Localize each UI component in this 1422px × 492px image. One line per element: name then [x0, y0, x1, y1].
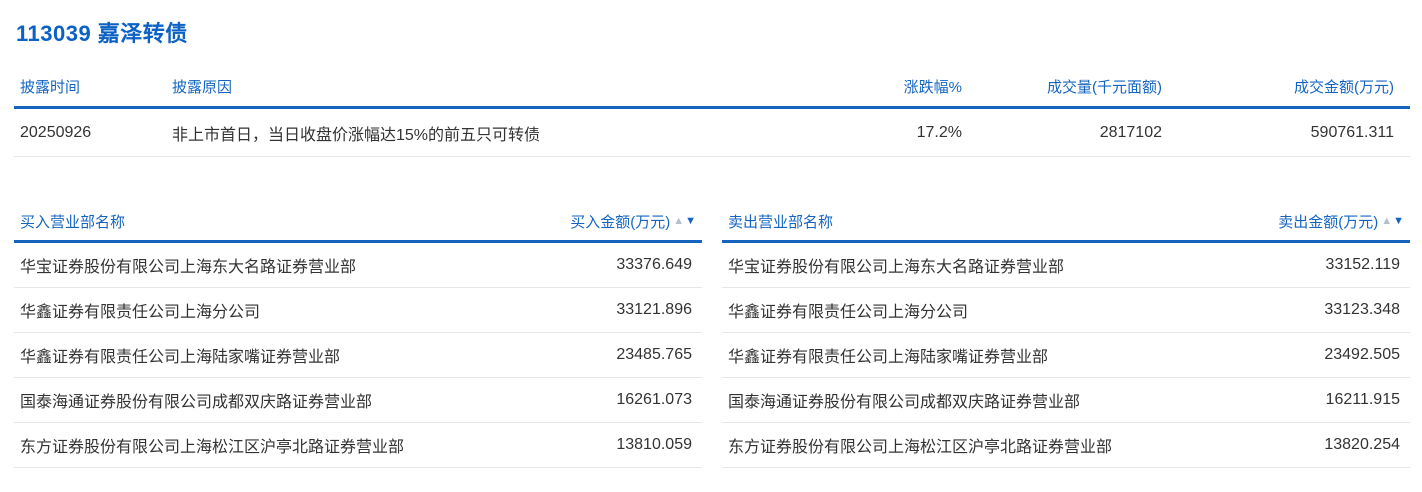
branch-name: 华宝证券股份有限公司上海东大名路证券营业部	[728, 253, 1064, 277]
branch-name: 国泰海通证券股份有限公司成都双庆路证券营业部	[20, 388, 372, 412]
table-row: 东方证券股份有限公司上海松江区沪亭北路证券营业部 13810.059	[14, 423, 702, 468]
summary-header-amount: 成交金额(万元)	[1162, 76, 1394, 97]
sell-branch-name-header: 卖出营业部名称	[728, 211, 833, 232]
branch-amount: 13820.254	[1312, 436, 1400, 454]
summary-header-reason: 披露原因	[172, 76, 712, 97]
sell-branch-table: 卖出营业部名称 卖出金额(万元) ▲ ▼ 华宝证券股份有限公司上海东大名路证券营…	[722, 211, 1410, 468]
sort-descending-icon[interactable]: ▼	[685, 216, 696, 227]
branch-amount: 16261.073	[604, 391, 692, 409]
branch-name: 华鑫证券有限责任公司上海陆家嘴证券营业部	[728, 343, 1048, 367]
branch-amount: 16211.915	[1314, 391, 1400, 409]
branch-name: 东方证券股份有限公司上海松江区沪亭北路证券营业部	[20, 433, 404, 457]
summary-header-change: 涨跌幅%	[712, 76, 962, 97]
buy-amount-sort-control[interactable]: 买入金额(万元) ▲ ▼	[570, 211, 696, 232]
summary-header-volume: 成交量(千元面额)	[962, 76, 1162, 97]
trade-amount: 590761.311	[1162, 124, 1394, 142]
sort-descending-icon[interactable]: ▼	[1393, 216, 1404, 227]
summary-data-row: 20250926 非上市首日，当日收盘价涨幅达15%的前五只可转债 17.2% …	[14, 109, 1410, 157]
trade-volume: 2817102	[962, 124, 1162, 142]
disclosure-reason: 非上市首日，当日收盘价涨幅达15%的前五只可转债	[172, 121, 712, 145]
branch-amount: 23485.765	[604, 346, 692, 364]
branch-name: 华鑫证券有限责任公司上海分公司	[20, 298, 260, 322]
summary-header-row: 披露时间 披露原因 涨跌幅% 成交量(千元面额) 成交金额(万元)	[14, 76, 1410, 109]
branch-name: 华鑫证券有限责任公司上海陆家嘴证券营业部	[20, 343, 340, 367]
table-row: 华鑫证券有限责任公司上海分公司 33123.348	[722, 288, 1410, 333]
table-row: 国泰海通证券股份有限公司成都双庆路证券营业部 16261.073	[14, 378, 702, 423]
branch-amount: 23492.505	[1312, 346, 1400, 364]
buy-branch-table: 买入营业部名称 买入金额(万元) ▲ ▼ 华宝证券股份有限公司上海东大名路证券营…	[14, 211, 702, 468]
change-percent: 17.2%	[712, 124, 962, 142]
sell-sort-icons: ▲ ▼	[1381, 216, 1404, 227]
branch-amount: 33376.649	[604, 256, 692, 274]
buy-table-header-row: 买入营业部名称 买入金额(万元) ▲ ▼	[14, 211, 702, 243]
branch-name: 华鑫证券有限责任公司上海分公司	[728, 298, 968, 322]
table-row: 华宝证券股份有限公司上海东大名路证券营业部 33376.649	[14, 243, 702, 288]
disclosure-date: 20250926	[20, 124, 172, 142]
page-title: 113039 嘉泽转债	[14, 16, 1410, 48]
branch-name: 国泰海通证券股份有限公司成都双庆路证券营业部	[728, 388, 1080, 412]
table-row: 华鑫证券有限责任公司上海陆家嘴证券营业部 23485.765	[14, 333, 702, 378]
sell-amount-header: 卖出金额(万元)	[1278, 211, 1378, 232]
buy-amount-header: 买入金额(万元)	[570, 211, 670, 232]
branch-name: 华宝证券股份有限公司上海东大名路证券营业部	[20, 253, 356, 277]
sort-ascending-icon[interactable]: ▲	[1381, 216, 1392, 227]
branch-amount: 33152.119	[1314, 256, 1400, 274]
branch-amount: 33121.896	[604, 301, 692, 319]
buy-sort-icons: ▲ ▼	[673, 216, 696, 227]
branch-tables-section: 买入营业部名称 买入金额(万元) ▲ ▼ 华宝证券股份有限公司上海东大名路证券营…	[14, 211, 1410, 468]
branch-amount: 33123.348	[1312, 301, 1400, 319]
bond-disclosure-page: 113039 嘉泽转债 披露时间 披露原因 涨跌幅% 成交量(千元面额) 成交金…	[0, 0, 1422, 468]
table-row: 华鑫证券有限责任公司上海陆家嘴证券营业部 23492.505	[722, 333, 1410, 378]
sell-amount-sort-control[interactable]: 卖出金额(万元) ▲ ▼	[1278, 211, 1404, 232]
branch-name: 东方证券股份有限公司上海松江区沪亭北路证券营业部	[728, 433, 1112, 457]
disclosure-summary-table: 披露时间 披露原因 涨跌幅% 成交量(千元面额) 成交金额(万元) 202509…	[14, 76, 1410, 157]
branch-amount: 13810.059	[604, 436, 692, 454]
buy-branch-name-header: 买入营业部名称	[20, 211, 125, 232]
table-row: 华鑫证券有限责任公司上海分公司 33121.896	[14, 288, 702, 333]
table-row: 国泰海通证券股份有限公司成都双庆路证券营业部 16211.915	[722, 378, 1410, 423]
table-row: 东方证券股份有限公司上海松江区沪亭北路证券营业部 13820.254	[722, 423, 1410, 468]
summary-header-time: 披露时间	[20, 76, 172, 97]
sell-table-header-row: 卖出营业部名称 卖出金额(万元) ▲ ▼	[722, 211, 1410, 243]
sort-ascending-icon[interactable]: ▲	[673, 216, 684, 227]
table-row: 华宝证券股份有限公司上海东大名路证券营业部 33152.119	[722, 243, 1410, 288]
